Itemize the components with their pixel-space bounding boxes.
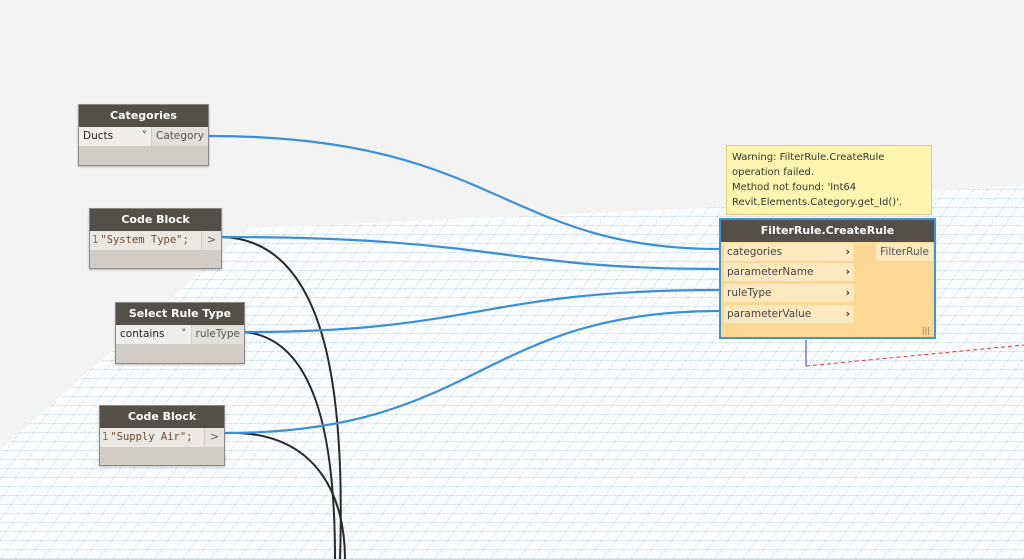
code-block-node[interactable]: Code Block 1 "Supply Air"; >: [99, 405, 225, 466]
input-port-parameter-value[interactable]: parameterValue ›: [724, 305, 854, 323]
chevron-down-icon: ˅: [181, 328, 187, 340]
output-port[interactable]: >: [204, 428, 224, 447]
code-editor[interactable]: 1 "System Type";: [90, 231, 202, 250]
dropdown-value: Ducts: [83, 130, 114, 142]
code-text: "Supply Air";: [110, 431, 193, 443]
input-port-rule-type[interactable]: ruleType ›: [724, 284, 854, 302]
port-label: parameterValue: [727, 308, 812, 320]
output-port[interactable]: FilterRule: [876, 243, 933, 261]
chevron-right-icon: ›: [845, 266, 850, 278]
node-title: Code Block: [90, 209, 221, 231]
warning-text: Warning: FilterRule.CreateRule operation…: [732, 152, 885, 178]
code-block-node[interactable]: Code Block 1 "System Type"; >: [89, 208, 222, 269]
node-title: Select Rule Type: [116, 303, 244, 325]
input-port-parameter-name[interactable]: parameterName ›: [724, 263, 854, 281]
code-text: "System Type";: [100, 234, 189, 246]
chevron-right-icon: ›: [845, 246, 850, 258]
category-dropdown[interactable]: Ducts ˅: [79, 127, 153, 146]
dropdown-value: contains: [120, 328, 165, 340]
port-label: categories: [727, 246, 783, 258]
output-port[interactable]: Category: [152, 127, 208, 146]
warning-tooltip: Warning: FilterRule.CreateRule operation…: [726, 145, 932, 215]
chevron-right-icon: ›: [845, 308, 850, 320]
warning-detail: Method not found: 'Int64 Revit.Elements.…: [732, 182, 903, 208]
node-title: Code Block: [100, 406, 224, 428]
chevron-down-icon: ˅: [141, 130, 148, 142]
node-title: FilterRule.CreateRule: [721, 220, 934, 242]
code-editor[interactable]: 1 "Supply Air";: [100, 428, 205, 447]
port-label: parameterName: [727, 266, 814, 278]
node-title: Categories: [79, 105, 208, 127]
output-port[interactable]: >: [201, 231, 221, 250]
port-label: ruleType: [727, 287, 772, 299]
categories-node[interactable]: Categories Ducts ˅ Category: [78, 104, 209, 166]
filter-rule-create-rule-node[interactable]: FilterRule.CreateRule categories › parame…: [719, 218, 936, 339]
rule-type-dropdown[interactable]: contains ˅: [116, 325, 192, 344]
output-port[interactable]: ruleType: [191, 325, 244, 344]
lacing-indicator[interactable]: |||: [922, 326, 930, 335]
select-rule-type-node[interactable]: Select Rule Type contains ˅ ruleType: [115, 302, 245, 364]
chevron-right-icon: ›: [845, 287, 850, 299]
input-port-categories[interactable]: categories ›: [724, 243, 854, 261]
